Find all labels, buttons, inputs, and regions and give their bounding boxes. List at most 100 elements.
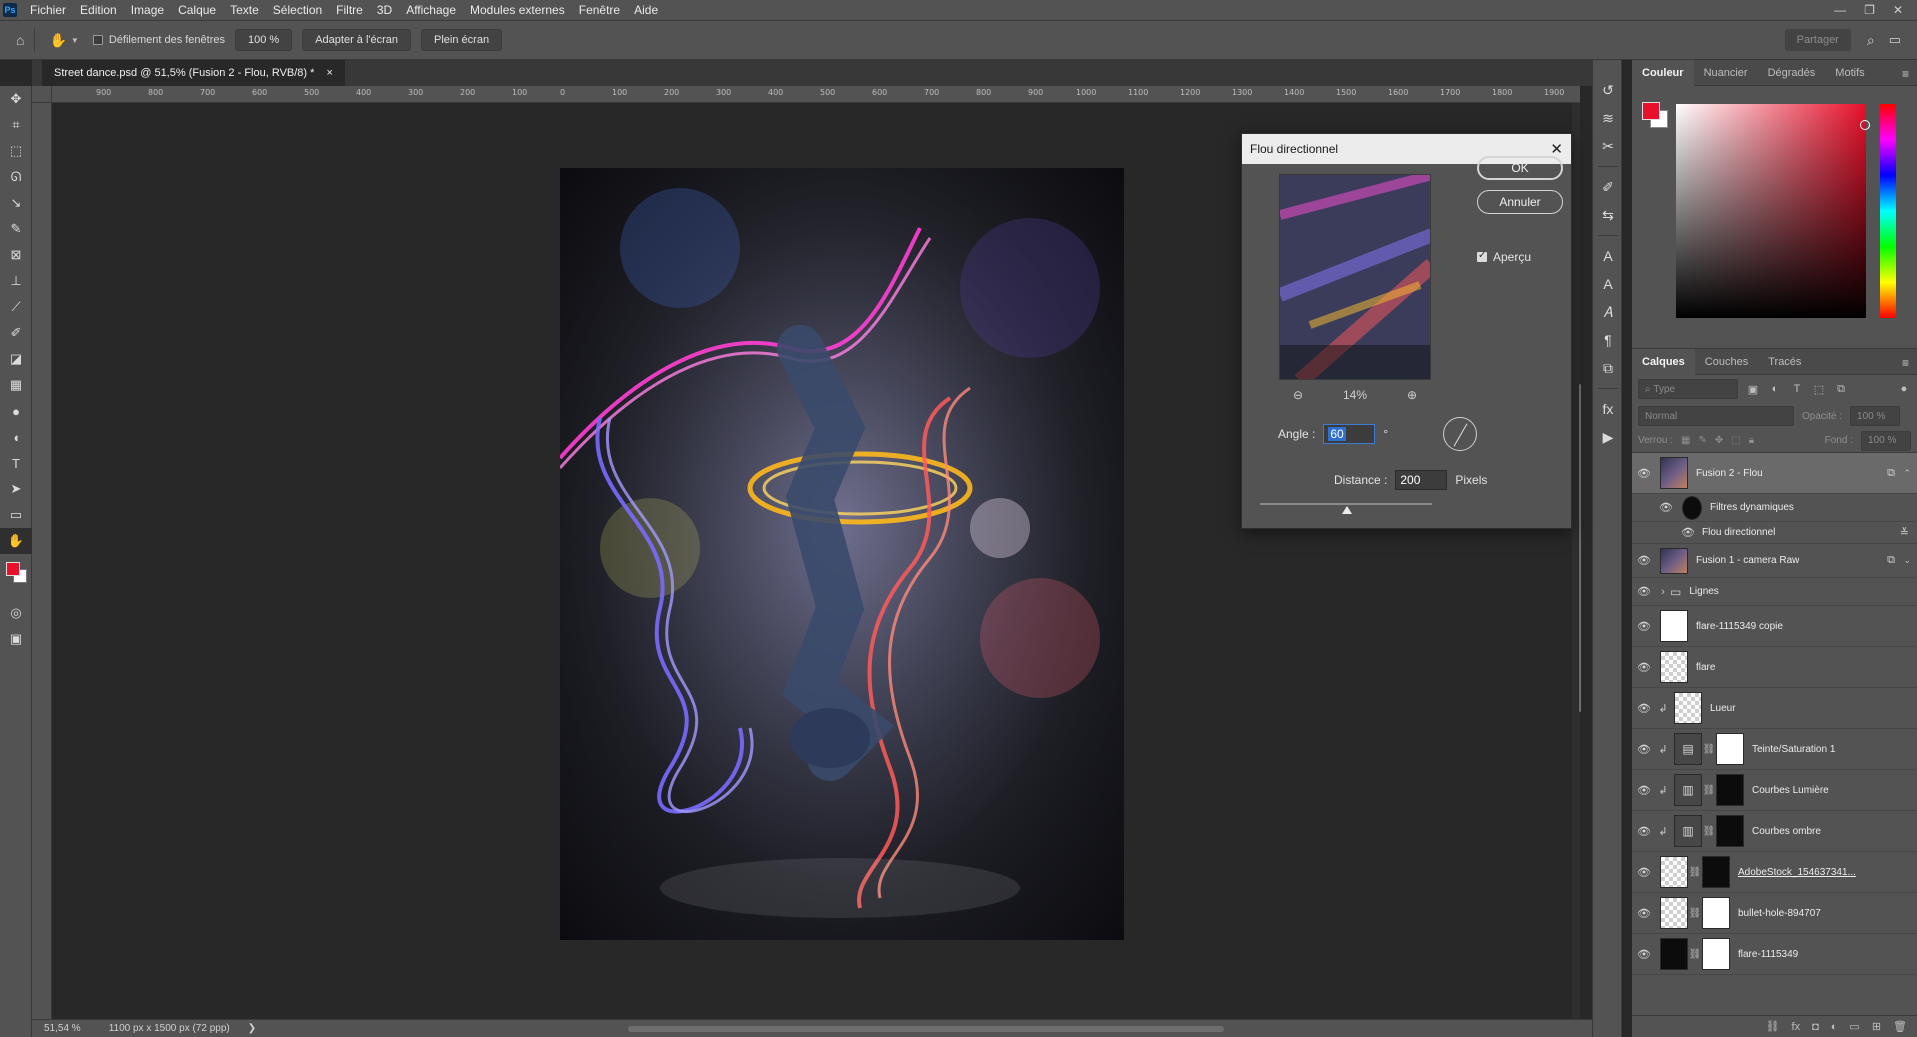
layer-row[interactable]: 👁︎ ⛓︎ AdobeStock_154637341... — [1632, 852, 1917, 893]
hue-slider[interactable] — [1880, 104, 1896, 318]
layer-row[interactable]: 👁︎ Fusion 2 - Flou ⧉ ⌃ — [1632, 453, 1917, 494]
adjustment-filter-icon[interactable]: ◐ — [1768, 383, 1782, 395]
foreground-color-swatch[interactable] — [6, 562, 20, 576]
lock-pixels-icon[interactable]: ✎ — [1698, 435, 1706, 446]
layer-row[interactable]: 👁︎ ⛓︎ flare-1115349 — [1632, 934, 1917, 975]
layer-row[interactable]: 👁︎ Filtres dynamiques — [1632, 494, 1917, 522]
layer-row[interactable]: 👁︎ › ▭ Lignes — [1632, 578, 1917, 606]
stamp-tool-icon[interactable]: ⊥ — [0, 268, 32, 294]
new-layer-icon[interactable]: ⊞ — [1872, 1020, 1881, 1033]
zoom-100-button[interactable]: 100 % — [235, 29, 293, 51]
scroll-thumb[interactable] — [1578, 383, 1582, 713]
tab-degrades[interactable]: Dégradés — [1758, 60, 1826, 86]
layer-row[interactable]: 👁︎ ↲ ▥ ⛓︎ Courbes ombre — [1632, 811, 1917, 852]
color-picker-marker[interactable] — [1860, 120, 1870, 130]
eye-icon[interactable]: 👁︎ — [1632, 554, 1656, 567]
screen-mode-icon[interactable]: ▣ — [0, 626, 32, 652]
menu-fichier[interactable]: Fichier — [23, 0, 73, 20]
opacity-input[interactable]: 100 % — [1850, 406, 1901, 426]
styles-icon[interactable]: fx — [1593, 395, 1623, 423]
menu-selection[interactable]: Sélection — [266, 0, 329, 20]
marquee-tool-icon[interactable]: ⬚ — [0, 138, 32, 164]
ok-button[interactable]: OK — [1477, 156, 1563, 180]
gradient-tool-icon[interactable]: ▦ — [0, 372, 32, 398]
lasso-tool-icon[interactable]: ᘏ — [0, 164, 32, 190]
distance-slider-handle[interactable] — [1342, 506, 1352, 514]
eye-icon[interactable]: 👁︎ — [1632, 585, 1656, 598]
scroll-all-windows-checkbox[interactable]: Défilement des fenêtres — [92, 34, 225, 46]
eye-icon[interactable]: 👁︎ — [1632, 702, 1656, 715]
mask-thumbnail[interactable] — [1716, 774, 1744, 806]
eye-icon[interactable]: 👁︎ — [1632, 661, 1656, 674]
link-icon[interactable]: ⛓︎ — [1688, 908, 1702, 919]
move-tool-icon[interactable]: ✥ — [0, 86, 32, 112]
link-layers-icon[interactable]: ⛓︎ — [1766, 1020, 1780, 1033]
tab-couleur[interactable]: Couleur — [1632, 59, 1694, 86]
foreground-color-swatch[interactable] — [1642, 102, 1660, 120]
tab-motifs[interactable]: Motifs — [1825, 60, 1874, 86]
tab-calques[interactable]: Calques — [1632, 348, 1695, 375]
type-tool-icon[interactable]: T — [0, 450, 32, 476]
menu-image[interactable]: Image — [124, 0, 171, 20]
mask-thumbnail[interactable] — [1702, 856, 1730, 888]
fit-screen-button[interactable]: Adapter à l'écran — [302, 29, 412, 51]
eye-icon[interactable]: 👁︎ — [1632, 620, 1656, 633]
adjustment-layer-icon[interactable]: ◐ — [1831, 1021, 1838, 1033]
eye-icon[interactable]: 👁︎ — [1632, 948, 1656, 961]
document-tab[interactable]: Street dance.psd @ 51,5% (Fusion 2 - Flo… — [42, 60, 345, 86]
glyphs-icon[interactable]: 𝐴 — [1593, 298, 1623, 326]
path-selection-icon[interactable]: ↘ — [0, 190, 32, 216]
zoom-in-icon[interactable]: ⊕ — [1407, 388, 1417, 402]
layer-row[interactable]: 👁︎ ↲ ▥ ⛓︎ Courbes Lumière — [1632, 770, 1917, 811]
quick-selection-icon[interactable]: ✎ — [0, 216, 32, 242]
restore-icon[interactable]: ❐ — [1864, 3, 1875, 17]
distance-input[interactable]: 200 — [1395, 470, 1448, 490]
minimize-icon[interactable]: — — [1834, 3, 1846, 17]
menu-fenetre[interactable]: Fenêtre — [572, 0, 627, 20]
fill-screen-button[interactable]: Plein écran — [421, 29, 503, 51]
layer-row[interactable]: 👁︎ ↲ ▤ ⛓︎ Teinte/Saturation 1 — [1632, 729, 1917, 770]
eye-icon[interactable]: 👁︎ — [1632, 467, 1656, 480]
layer-row[interactable]: 👁︎ Flou directionnel ≚ — [1632, 522, 1917, 544]
angle-input[interactable]: 60 — [1323, 424, 1376, 444]
tab-traces[interactable]: Tracés — [1758, 349, 1811, 375]
link-icon[interactable]: ⛓︎ — [1702, 826, 1716, 837]
add-mask-icon[interactable]: ◘ — [1812, 1021, 1819, 1033]
menu-calque[interactable]: Calque — [171, 0, 223, 20]
mask-thumbnail[interactable] — [1716, 815, 1744, 847]
eye-icon[interactable]: 👁︎ — [1654, 501, 1678, 514]
zoom-out-icon[interactable]: ⊖ — [1293, 388, 1303, 402]
mask-thumbnail[interactable] — [1716, 733, 1744, 765]
eraser-tool-icon[interactable]: ◪ — [0, 346, 32, 372]
character-styles-icon[interactable]: A — [1593, 270, 1623, 298]
dodge-tool-icon[interactable]: ◖ — [0, 424, 32, 450]
home-icon[interactable]: ⌂ — [16, 32, 24, 48]
vertical-scrollbar[interactable] — [1572, 103, 1582, 1019]
checkbox-box[interactable] — [92, 35, 103, 45]
mask-thumbnail[interactable] — [1702, 938, 1730, 970]
menu-aide[interactable]: Aide — [627, 0, 665, 20]
trash-icon[interactable]: 🗑︎ — [1893, 1020, 1907, 1033]
search-icon[interactable]: ⌕ — [1867, 32, 1875, 49]
eyedropper-tool-icon[interactable]: ⟋ — [0, 294, 32, 320]
eye-icon[interactable]: 👁︎ — [1632, 825, 1656, 838]
menu-texte[interactable]: Texte — [223, 0, 266, 20]
hand-tool-icon[interactable]: ✋ — [49, 32, 66, 49]
color-field[interactable] — [1676, 104, 1866, 318]
eye-icon[interactable]: 👁︎ — [1632, 907, 1656, 920]
brush-settings-icon[interactable]: ⇆ — [1593, 201, 1623, 229]
menu-edition[interactable]: Edition — [73, 0, 124, 20]
brushes-icon[interactable]: ✐ — [1593, 173, 1623, 201]
layer-row[interactable]: 👁︎ ↲ Lueur — [1632, 688, 1917, 729]
blend-mode-select[interactable]: Normal — [1638, 406, 1794, 426]
share-button[interactable]: Partager — [1784, 29, 1851, 51]
tools-presets-icon[interactable]: ✂ — [1593, 132, 1623, 160]
panel-menu-icon[interactable]: ≡ — [1902, 67, 1909, 81]
type-filter-icon[interactable]: T — [1790, 383, 1804, 395]
direct-selection-icon[interactable]: ➤ — [0, 476, 32, 502]
zoom-readout[interactable]: 51,54 % — [44, 1023, 81, 1034]
preview-checkbox[interactable]: Aperçu — [1477, 250, 1531, 264]
workspace-icon[interactable]: ▭ — [1889, 32, 1901, 48]
filter-toggle-icon[interactable]: ● — [1897, 383, 1911, 395]
paragraph-styles-icon[interactable]: ⧉ — [1593, 354, 1623, 382]
